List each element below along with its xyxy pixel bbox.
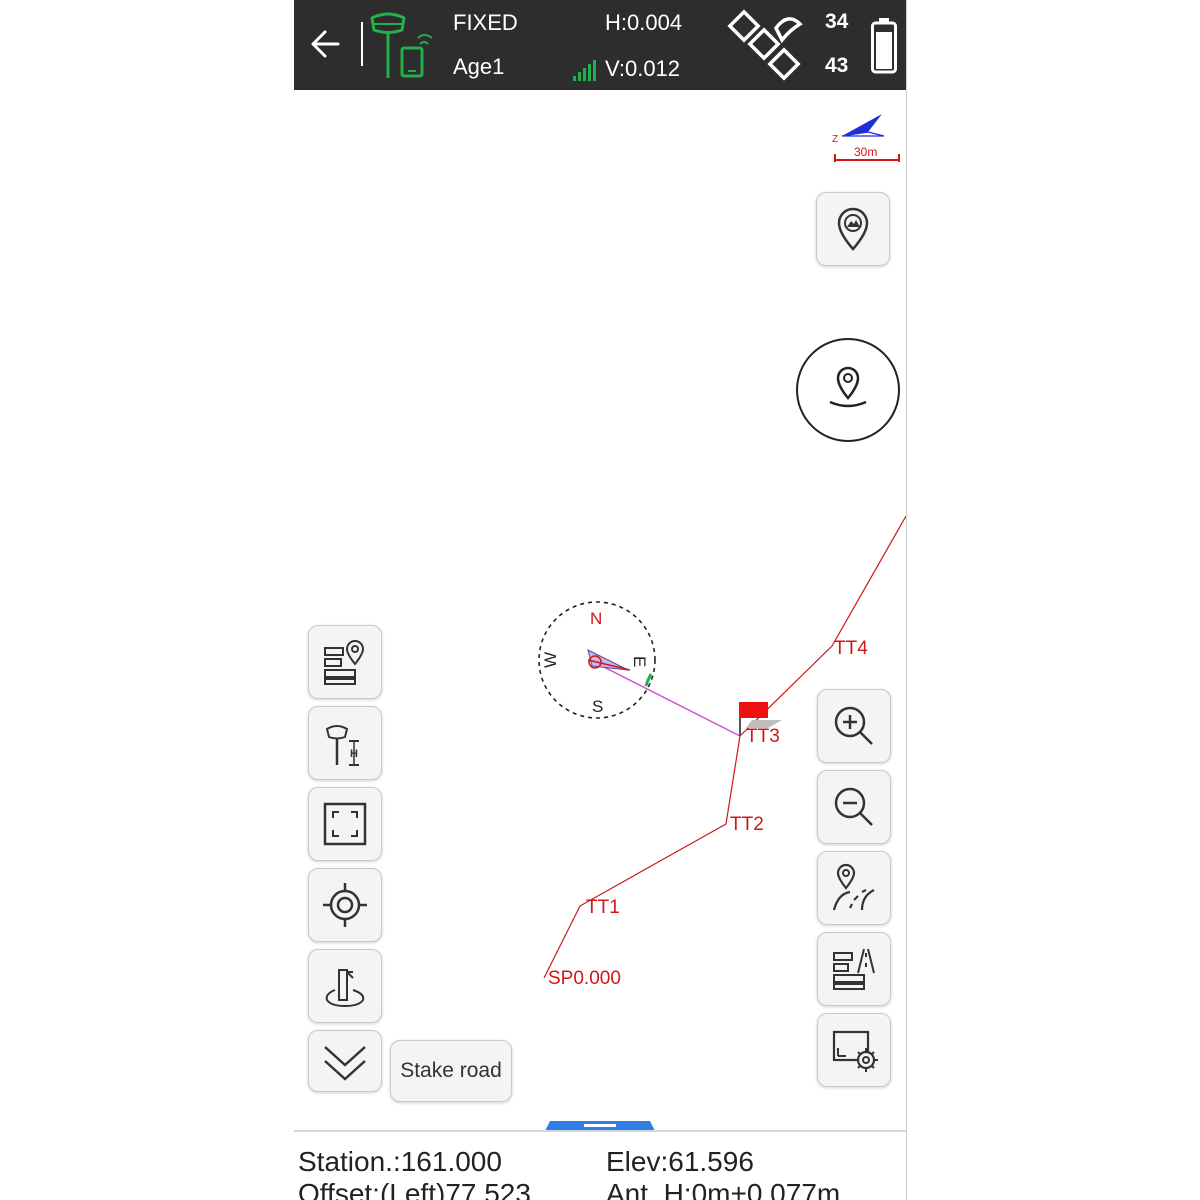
divider — [361, 22, 363, 66]
status-bar: FIXED Age1 H:0.004 V:0.012 34 43 — [294, 0, 906, 90]
stakeout-point-icon — [325, 969, 365, 1008]
station-value: Station.:161.000 — [298, 1146, 502, 1177]
correction-age: Age1 — [453, 54, 505, 79]
locate-button[interactable] — [796, 338, 900, 442]
map-view[interactable]: Z 30m SP0.000 TT1 TT2 TT3 TT4 N S E W — [294, 90, 906, 1130]
point-label-tt3[interactable]: TT3 — [746, 726, 780, 747]
satellites-visible: 43 — [825, 54, 849, 77]
back-arrow-icon[interactable] — [306, 24, 346, 64]
svg-text:Z: Z — [832, 134, 838, 145]
point-label-sp0[interactable]: SP0.000 — [548, 968, 621, 989]
antenna-height-button[interactable]: H — [308, 706, 382, 780]
vertical-precision: V:0.012 — [605, 56, 681, 81]
battery-icon — [871, 16, 897, 74]
scale-label: 30m — [854, 145, 877, 159]
collapse-button[interactable] — [308, 1030, 382, 1092]
base-map-icon — [837, 207, 869, 251]
display-settings-icon — [832, 1030, 878, 1072]
stake-road-button[interactable]: Stake road — [390, 1040, 512, 1102]
zoom-out-button[interactable] — [817, 770, 891, 844]
zoom-out-icon — [834, 787, 873, 826]
road-list-button[interactable] — [817, 932, 891, 1006]
compass-west: W — [541, 652, 560, 668]
center-position-icon — [323, 883, 367, 927]
antenna-height-value: Ant. H:0m+0.077m — [606, 1178, 841, 1200]
compass-east: E — [630, 656, 649, 667]
fit-view-icon — [323, 802, 367, 846]
gnss-receiver-icon[interactable] — [366, 8, 436, 80]
info-panel: Station.:161.000 Elev:61.596 Offset:(Lef… — [294, 1130, 906, 1200]
layer-points-button[interactable] — [308, 625, 382, 699]
offset-value: Offset:(Left)77.523 — [298, 1178, 531, 1200]
zoom-in-icon — [834, 706, 873, 745]
base-map-button[interactable] — [816, 192, 890, 266]
satellite-icon[interactable] — [726, 6, 808, 86]
stakeout-point-button[interactable] — [308, 949, 382, 1023]
center-position-button[interactable] — [308, 868, 382, 942]
road-stakeout-button[interactable] — [817, 851, 891, 925]
my-location-icon — [829, 366, 867, 408]
point-label-tt1[interactable]: TT1 — [586, 897, 620, 918]
compass-south: S — [592, 697, 603, 716]
horizontal-precision: H:0.004 — [605, 10, 683, 35]
point-label-tt4[interactable]: TT4 — [834, 638, 868, 659]
north-arrow-icon: Z — [832, 114, 885, 145]
svg-text:H: H — [350, 748, 358, 760]
solution-status: FIXED — [453, 10, 518, 35]
elevation-value: Elev:61.596 — [606, 1146, 754, 1177]
compass-north: N — [590, 609, 602, 628]
guide-line — [593, 661, 741, 737]
road-stakeout-icon — [832, 863, 875, 911]
collapse-chevron-icon — [324, 1046, 366, 1081]
fit-view-button[interactable] — [308, 787, 382, 861]
signal-bars-icon — [572, 58, 596, 82]
antenna-height-icon: H — [325, 725, 359, 766]
layer-points-icon — [324, 640, 365, 685]
display-settings-button[interactable] — [817, 1013, 891, 1087]
app-screen: FIXED Age1 H:0.004 V:0.012 34 43 Z 30m S… — [294, 0, 907, 1200]
road-list-icon — [833, 948, 875, 990]
point-label-tt2[interactable]: TT2 — [730, 814, 764, 835]
satellites-used: 34 — [825, 10, 849, 33]
zoom-in-button[interactable] — [817, 689, 891, 763]
